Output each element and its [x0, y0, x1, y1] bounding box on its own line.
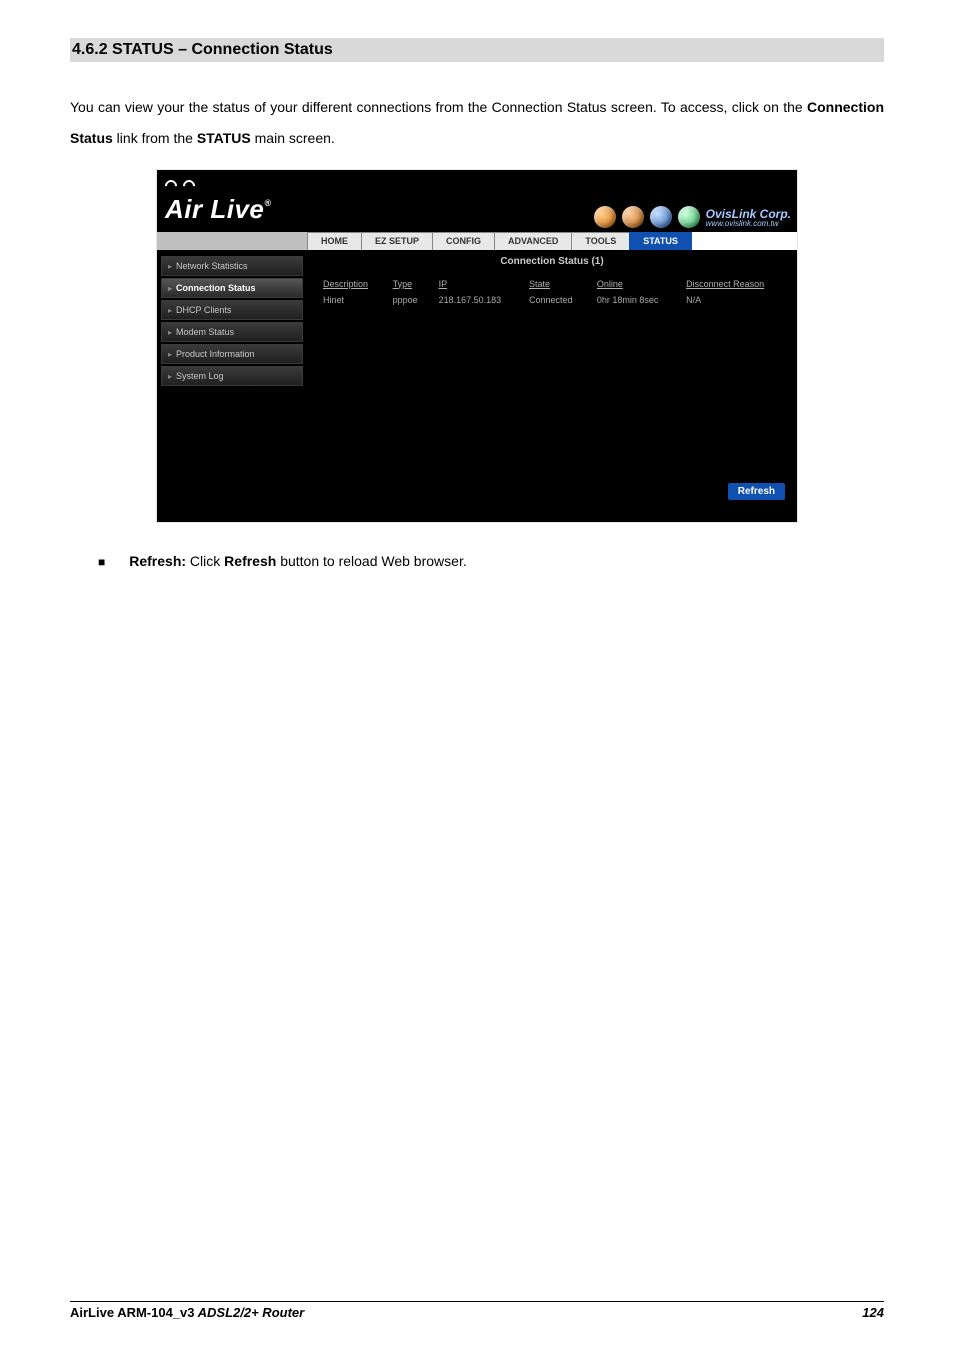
- sidebar-item-network-statistics[interactable]: Network Statistics: [161, 256, 303, 276]
- th-type: Type: [387, 277, 431, 291]
- intro-text-2: link from the: [113, 130, 197, 146]
- td-disconnect: N/A: [680, 293, 787, 307]
- bullet-bold-2: Refresh: [224, 553, 276, 569]
- tab-advanced[interactable]: ADVANCED: [494, 232, 572, 250]
- logo-arcs-icon: [165, 176, 209, 194]
- table-header-row: Description Type IP State Online Disconn…: [317, 277, 787, 291]
- bullet-square-icon: ■: [98, 555, 105, 569]
- sidebar-label: DHCP Clients: [176, 305, 231, 315]
- intro-text-1: You can view your the status of your dif…: [70, 99, 807, 115]
- sidebar-label: Product Information: [176, 349, 255, 359]
- td-state: Connected: [523, 293, 589, 307]
- tab-config[interactable]: CONFIG: [432, 232, 495, 250]
- page-footer: AirLive ARM-104_v3 ADSL2/2+ Router 124: [70, 1301, 884, 1320]
- tab-tools[interactable]: TOOLS: [571, 232, 630, 250]
- connection-status-table: Description Type IP State Online Disconn…: [315, 275, 789, 309]
- sidebar-label: Modem Status: [176, 327, 234, 337]
- router-admin-screenshot: Air Live® OvisLink Corp. www.ovislink.co…: [156, 169, 798, 523]
- sidebar: Network Statistics Connection Status DHC…: [157, 252, 307, 522]
- sidebar-item-product-information[interactable]: Product Information: [161, 344, 303, 364]
- ovislink-brand: OvisLink Corp. www.ovislink.com.tw: [706, 208, 791, 228]
- world-orb-icon[interactable]: [622, 206, 644, 228]
- admin-header: Air Live® OvisLink Corp. www.ovislink.co…: [157, 170, 797, 232]
- sidebar-item-connection-status[interactable]: Connection Status: [161, 278, 303, 298]
- sidebar-item-dhcp-clients[interactable]: DHCP Clients: [161, 300, 303, 320]
- tab-status[interactable]: STATUS: [629, 232, 692, 250]
- sidebar-item-system-log[interactable]: System Log: [161, 366, 303, 386]
- td-description: Hinet: [317, 293, 385, 307]
- content-panel: Connection Status (1) Description Type I…: [307, 252, 797, 522]
- top-tabs: HOME EZ SETUP CONFIG ADVANCED TOOLS STAT…: [157, 232, 797, 252]
- bullet-text-1: Click: [186, 553, 224, 569]
- bullet-text-2: button to reload Web browser.: [276, 553, 466, 569]
- home-orb-icon[interactable]: [594, 206, 616, 228]
- sidebar-label: System Log: [176, 371, 224, 381]
- sidebar-label: Connection Status: [176, 283, 256, 293]
- refresh-button[interactable]: Refresh: [728, 483, 785, 500]
- content-title: Connection Status (1): [315, 256, 789, 267]
- td-ip: 218.167.50.183: [433, 293, 521, 307]
- intro-bold-2: STATUS: [197, 130, 251, 146]
- airlive-logo: Air Live®: [165, 176, 272, 225]
- intro-paragraph: You can view your the status of your dif…: [70, 92, 884, 154]
- bullet-bold-1: Refresh:: [129, 553, 186, 569]
- mail-orb-icon[interactable]: [678, 206, 700, 228]
- section-heading: 4.6.2 STATUS – Connection Status: [70, 38, 884, 62]
- th-ip: IP: [433, 277, 521, 291]
- table-row: Hinet pppoe 218.167.50.183 Connected 0hr…: [317, 293, 787, 307]
- tab-home[interactable]: HOME: [307, 232, 362, 250]
- logo-text: Air Live®: [165, 194, 272, 224]
- th-disconnect: Disconnect Reason: [680, 277, 787, 291]
- sidebar-label: Network Statistics: [176, 261, 248, 271]
- td-type: pppoe: [387, 293, 431, 307]
- tab-ezsetup[interactable]: EZ SETUP: [361, 232, 433, 250]
- footer-model-suffix: ADSL2/2+ Router: [195, 1305, 305, 1320]
- ovislink-url-text: www.ovislink.com.tw: [706, 220, 791, 228]
- footer-page-number: 124: [862, 1305, 884, 1320]
- td-online: 0hr 18min 8sec: [591, 293, 678, 307]
- bullet-refresh: ■ Refresh: Click Refresh button to reloa…: [98, 553, 884, 569]
- th-online: Online: [591, 277, 678, 291]
- header-right-cluster: OvisLink Corp. www.ovislink.com.tw: [594, 206, 791, 228]
- intro-text-3: main screen.: [251, 130, 335, 146]
- refresh-orb-icon[interactable]: [650, 206, 672, 228]
- refresh-row: Refresh: [315, 479, 789, 504]
- footer-product: AirLive ARM-104_v3: [70, 1305, 195, 1320]
- th-description: Description: [317, 277, 385, 291]
- th-state: State: [523, 277, 589, 291]
- sidebar-item-modem-status[interactable]: Modem Status: [161, 322, 303, 342]
